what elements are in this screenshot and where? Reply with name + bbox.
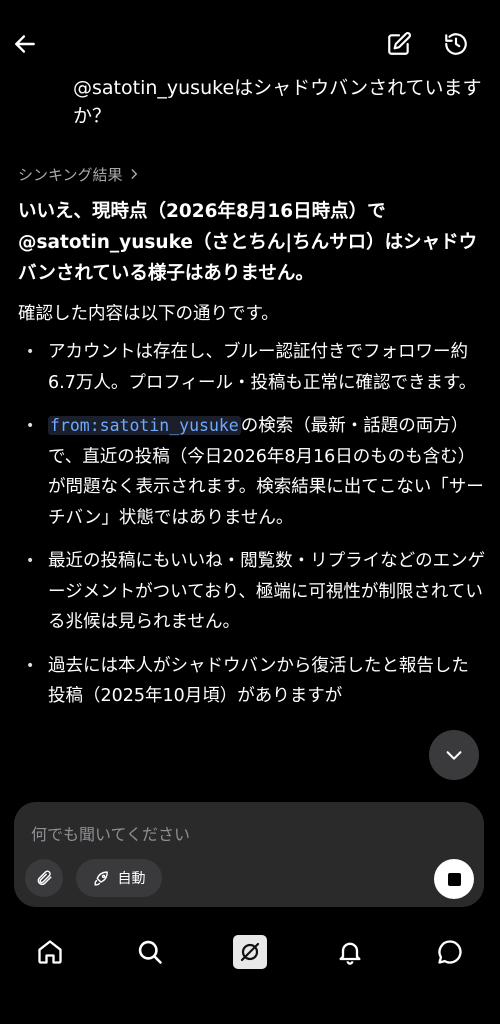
thinking-toggle[interactable]: シンキング結果 [18,160,486,188]
answer-bullet-list: アカウントは存在し、ブルー認証付きでフォロワー約6.7万人。プロフィール・投稿も… [18,337,486,712]
scroll-to-bottom-button[interactable] [429,730,479,780]
list-item: from:satotin_yusukeの検索（最新・話題の両方）で、直近の投稿（… [18,411,486,533]
chevron-right-icon [131,169,137,179]
tab-search[interactable] [128,930,172,974]
list-item: 過去には本人がシャドウバンから復活したと報告した投稿（2025年10月頃）があり… [18,651,486,712]
assistant-answer: シンキング結果 いいえ、現時点（2026年8月16日時点）で@satotin_y… [18,160,486,800]
paperclip-icon [37,870,52,886]
stop-button[interactable] [434,859,474,899]
tab-grok[interactable] [228,930,272,974]
history-icon [445,33,467,55]
home-icon [38,940,62,964]
message-input[interactable]: 何でも聞いてください [31,821,190,845]
bottom-tab-bar [0,920,500,980]
arrow-left-icon [15,35,35,53]
inline-code: from:satotin_yusuke [48,416,241,435]
rocket-icon [93,870,108,886]
bell-icon [339,942,361,965]
history-button[interactable] [434,22,478,66]
tab-messages[interactable] [428,930,472,974]
answer-intro: 確認した内容は以下の通りです。 [18,304,279,324]
composer: 何でも聞いてください 自動 [14,802,484,907]
mode-selector[interactable]: 自動 [76,859,162,897]
list-item: アカウントは存在し、ブルー認証付きでフォロワー約6.7万人。プロフィール・投稿も… [18,337,486,398]
chevron-down-icon [446,751,462,760]
new-chat-button[interactable] [377,22,421,66]
tab-notifications[interactable] [328,930,372,974]
tab-home[interactable] [28,930,72,974]
grok-icon [233,935,267,969]
list-item: 最近の投稿にもいいね・閲覧数・リプライなどのエンゲージメントがついており、極端に… [18,546,486,638]
user-message: @satotin_yusukeはシャドウバンされていますか？ [73,77,482,127]
edit-icon [388,32,411,55]
answer-headline: いいえ、現時点（2026年8月16日時点）で@satotin_yusuke（さと… [18,201,478,284]
chat-bubble-icon [438,940,462,964]
search-icon [138,940,162,964]
stop-icon [447,872,461,886]
back-button[interactable] [3,22,47,66]
attach-button[interactable] [25,859,63,897]
mode-label: 自動 [117,871,146,887]
thinking-label: シンキング結果 [18,165,123,184]
